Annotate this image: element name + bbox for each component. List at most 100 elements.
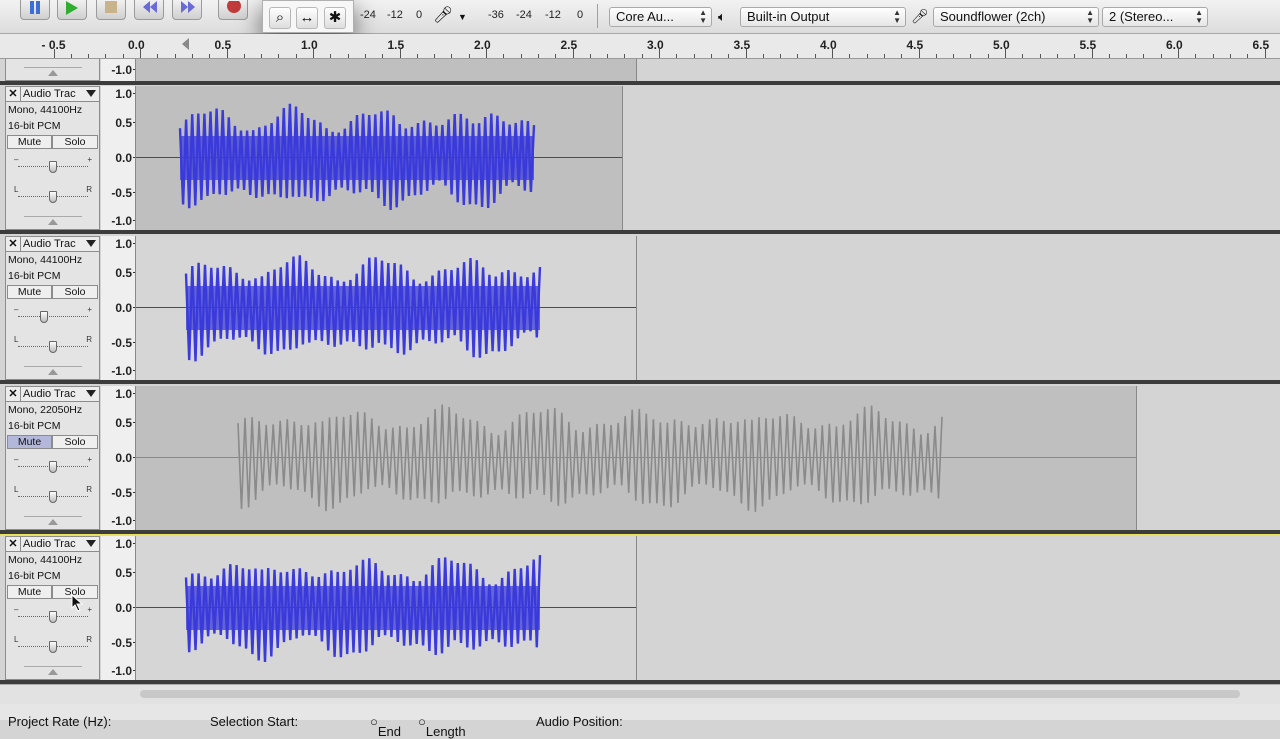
- pan-slider-thumb[interactable]: [49, 191, 57, 203]
- mute-button[interactable]: Mute: [7, 585, 52, 599]
- close-track-button[interactable]: ✕: [6, 537, 21, 551]
- record-button[interactable]: [218, 0, 248, 20]
- pan-right-label: R: [86, 635, 92, 644]
- ruler-tick: [1195, 54, 1197, 58]
- amplitude-label: 0.0: [115, 601, 135, 615]
- close-track-button[interactable]: ✕: [6, 387, 21, 401]
- collapse-track-button[interactable]: [24, 516, 82, 527]
- audio-track[interactable]: ✕ Audio Trac Mono, 22050Hz 16-bit PCM Mu…: [0, 386, 1280, 530]
- collapse-track-button[interactable]: [24, 67, 82, 78]
- close-track-button[interactable]: ✕: [6, 237, 21, 251]
- track-name-menu[interactable]: Audio Trac: [23, 88, 76, 100]
- meter-right-label-4: 0: [577, 9, 584, 21]
- scrollbar-thumb[interactable]: [140, 690, 1240, 698]
- time-shift-tool-button[interactable]: ↔: [296, 7, 318, 29]
- horizontal-scrollbar[interactable]: [0, 684, 1280, 705]
- amplitude-ruler: 1.0 0.5 0.0 -0.5 -1.0: [101, 236, 136, 380]
- track-sample-rate: Mono, 44100Hz: [8, 554, 83, 566]
- track-waveform-area[interactable]: [136, 236, 1280, 380]
- ruler-tick: [589, 54, 591, 58]
- audio-host-select[interactable]: Core Au... ▲ ▼: [609, 7, 712, 27]
- meter-dropdown-icon[interactable]: ▼: [458, 12, 467, 22]
- pan-slider[interactable]: LR: [14, 485, 92, 503]
- pan-slider-thumb[interactable]: [49, 491, 57, 503]
- amplitude-label: 1.0: [115, 537, 135, 551]
- pan-slider[interactable]: LR: [14, 335, 92, 353]
- audio-track[interactable]: ✕ Audio Trac Mono, 44100Hz 16-bit PCM Mu…: [0, 86, 1280, 230]
- playhead-marker-icon[interactable]: [182, 38, 189, 50]
- track-control-panel: ✕ Audio Trac Mono, 22050Hz 16-bit PCM Mu…: [5, 386, 100, 530]
- gain-slider[interactable]: – +: [14, 155, 92, 173]
- gain-slider-thumb[interactable]: [49, 611, 57, 623]
- ruler-tick: [416, 54, 418, 58]
- pan-right-label: R: [86, 335, 92, 344]
- timeline-ruler[interactable]: - 0.5 0.0 0.5 1.0 1.5 2.0 2.5 3.0 3.5 4.0 4.5 5.0 5.…: [0, 34, 1280, 59]
- pan-slider-thumb[interactable]: [49, 641, 57, 653]
- waveform-path: [237, 404, 943, 512]
- ruler-label: 5.0: [993, 38, 1010, 52]
- gain-slider-thumb[interactable]: [49, 161, 57, 173]
- solo-button[interactable]: Solo: [52, 285, 98, 299]
- multi-tool-button[interactable]: ✱: [324, 7, 346, 29]
- ruler-label: 2.0: [474, 38, 491, 52]
- track-sample-rate: Mono, 44100Hz: [8, 104, 83, 116]
- amplitude-ruler: 1.0 0.5 0.0 -0.5 -1.0: [101, 536, 136, 680]
- play-button[interactable]: [57, 0, 87, 20]
- ruler-label: 3.0: [647, 38, 664, 52]
- mute-button[interactable]: Mute: [7, 435, 52, 449]
- pause-button[interactable]: [20, 0, 50, 20]
- skip-to-end-button[interactable]: [172, 0, 202, 20]
- track-name-menu[interactable]: Audio Trac: [23, 388, 76, 400]
- skip-to-start-button[interactable]: [134, 0, 164, 20]
- partial-track-waveform[interactable]: [136, 59, 1280, 81]
- pan-slider-thumb[interactable]: [49, 341, 57, 353]
- ruler-tick: [676, 54, 678, 58]
- input-device-select[interactable]: Soundflower (2ch) ▲ ▼: [933, 7, 1099, 27]
- audio-track[interactable]: ✕ Audio Trac Mono, 44100Hz 16-bit PCM Mu…: [0, 534, 1280, 682]
- pan-left-label: L: [14, 185, 19, 194]
- pan-slider[interactable]: LR: [14, 185, 92, 203]
- audio-track[interactable]: ✕ Audio Trac Mono, 44100Hz 16-bit PCM Mu…: [0, 236, 1280, 380]
- ruler-tick: [866, 54, 868, 58]
- audio-clip[interactable]: [136, 59, 637, 81]
- collapse-track-button[interactable]: [24, 366, 82, 377]
- project-rate-label: Project Rate (Hz):: [8, 714, 112, 729]
- track-name-menu[interactable]: Audio Trac: [23, 238, 76, 250]
- mute-button[interactable]: Mute: [7, 285, 52, 299]
- audio-position-label: Audio Position:: [536, 714, 623, 729]
- collapse-track-button[interactable]: [24, 666, 82, 677]
- ruler-tick: [641, 54, 643, 58]
- ruler-tick: [295, 54, 297, 58]
- mute-button[interactable]: Mute: [7, 135, 52, 149]
- waveform: [184, 555, 542, 662]
- gain-slider-thumb[interactable]: [40, 311, 48, 323]
- gain-plus-label: +: [87, 305, 92, 314]
- track-name-menu[interactable]: Audio Trac: [23, 538, 76, 550]
- gain-slider[interactable]: – +: [14, 455, 92, 473]
- microphone-icon[interactable]: 🎤︎: [433, 5, 453, 25]
- amplitude-label: 0.5: [115, 266, 135, 280]
- track-sample-format: 16-bit PCM: [8, 120, 61, 132]
- close-track-button[interactable]: ✕: [6, 87, 21, 101]
- pan-slider[interactable]: LR: [14, 635, 92, 653]
- pause-icon: [30, 1, 40, 14]
- length-radio[interactable]: ○ Length: [418, 714, 466, 739]
- zoom-tool-button[interactable]: ⌕: [269, 7, 291, 29]
- solo-button[interactable]: Solo: [52, 135, 98, 149]
- stop-button[interactable]: [96, 0, 126, 20]
- track-waveform-area[interactable]: [136, 86, 1280, 230]
- ruler-tick: [710, 54, 712, 58]
- track-menu-dropdown-icon[interactable]: [86, 90, 96, 97]
- track-menu-dropdown-icon[interactable]: [86, 390, 96, 397]
- output-device-select[interactable]: Built-in Output ▲ ▼: [740, 7, 906, 27]
- collapse-track-button[interactable]: [24, 216, 82, 227]
- track-waveform-area[interactable]: [136, 386, 1280, 530]
- input-channels-select[interactable]: 2 (Stereo... ▲ ▼: [1102, 7, 1208, 27]
- gain-slider-thumb[interactable]: [49, 461, 57, 473]
- track-waveform-area[interactable]: [136, 536, 1280, 680]
- gain-slider[interactable]: – +: [14, 305, 92, 323]
- end-radio[interactable]: ○ End: [370, 714, 401, 739]
- solo-button[interactable]: Solo: [52, 435, 98, 449]
- track-menu-dropdown-icon[interactable]: [86, 540, 96, 547]
- track-menu-dropdown-icon[interactable]: [86, 240, 96, 247]
